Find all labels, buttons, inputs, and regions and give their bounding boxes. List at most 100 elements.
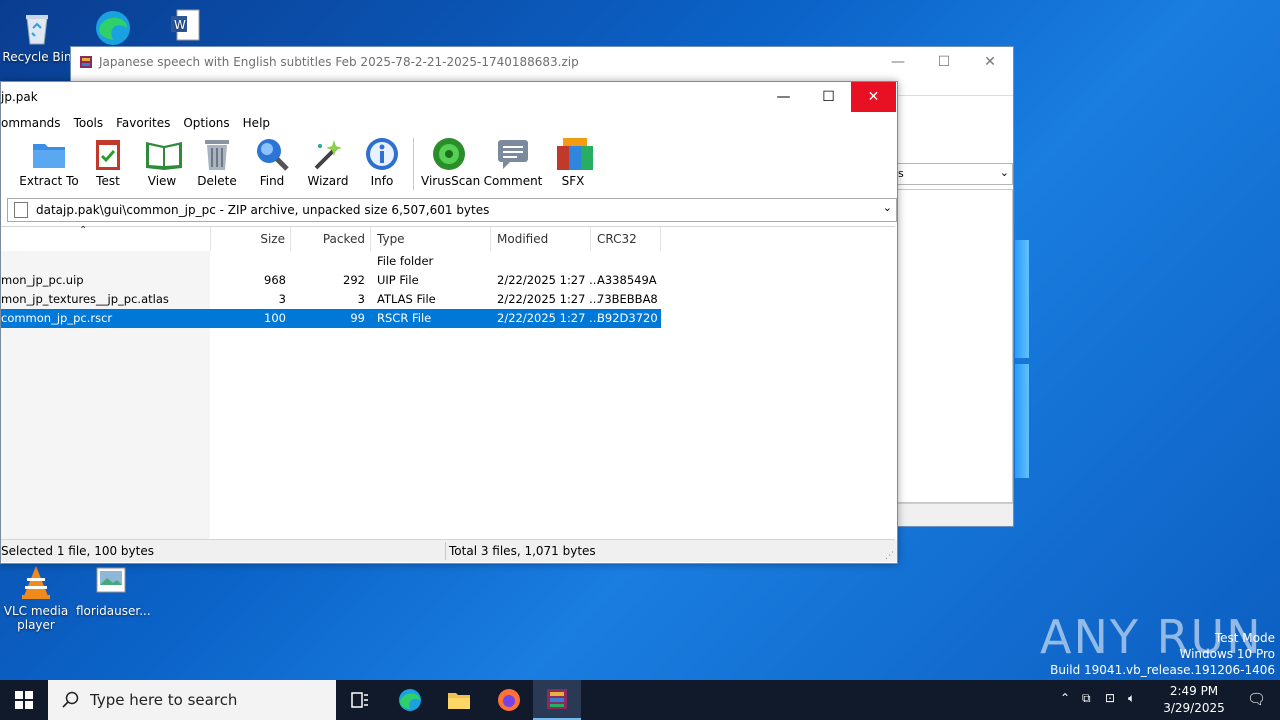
add-button[interactable]	[0, 136, 7, 174]
column-header: ⌃ Size Packed Type Modified CRC32	[1, 225, 661, 251]
cell-type: ATLAS File	[377, 292, 436, 306]
window-titlebar[interactable]: jp.pak — ☐ ✕	[1, 82, 897, 112]
address-combo[interactable]: s ⌄	[897, 163, 1013, 185]
maximize-button[interactable]: ☐	[921, 47, 967, 77]
column-packed[interactable]: Packed	[291, 227, 371, 251]
toolbar-label: Delete	[197, 174, 237, 188]
table-row[interactable]: mon_jp_pc.uip 968 292 UIP File 2/22/2025…	[1, 271, 661, 290]
back-window-title: Japanese speech with English subtitles F…	[99, 55, 579, 69]
find-button[interactable]: Find	[247, 136, 297, 188]
find-icon	[254, 136, 290, 172]
column-name[interactable]: ⌃	[1, 225, 211, 251]
cell-type: UIP File	[377, 273, 419, 287]
menu-commands[interactable]: ommands	[1, 116, 61, 130]
sfx-button[interactable]: SFX	[548, 136, 598, 188]
taskbar-firefox[interactable]	[485, 680, 533, 720]
column-label: Size	[260, 232, 285, 246]
desktop-icon-label: VLC media player	[3, 604, 69, 632]
info-icon	[364, 136, 400, 172]
winrar-window[interactable]: jp.pak — ☐ ✕ ommands Tools Favorites Opt…	[0, 81, 898, 564]
delete-icon	[199, 136, 235, 172]
toolbar-separator	[413, 138, 414, 190]
taskbar: Type here to search ⌃ ⧉ ⊡ 🔈︎ 2:49 PM 3/2…	[0, 680, 1280, 720]
taskbar-edge[interactable]	[386, 680, 434, 720]
combo-value: s	[898, 167, 904, 180]
cell-size: 3	[278, 292, 286, 306]
taskbar-winrar[interactable]	[533, 680, 581, 720]
watermark-line: Test Mode	[1214, 631, 1275, 645]
desktop-icon-vlc[interactable]: VLC media player	[1, 562, 71, 632]
cell-packed: 3	[357, 292, 365, 306]
virusscan-button[interactable]: VirusScan	[421, 136, 480, 188]
wizard-button[interactable]: Wizard	[302, 136, 354, 188]
toolbar-label: Extract To	[19, 174, 79, 188]
chevron-up-icon[interactable]: ⌃	[1060, 691, 1070, 705]
test-button[interactable]: Test	[83, 136, 133, 188]
info-button[interactable]: Info	[357, 136, 407, 188]
menu-options[interactable]: Options	[183, 116, 229, 130]
search-placeholder: Type here to search	[90, 691, 238, 709]
volume-icon[interactable]: 🔈︎	[1128, 691, 1135, 706]
desktop-icon-recycle-bin[interactable]: Recycle Bin	[2, 8, 72, 64]
chevron-down-icon[interactable]: ⌄	[883, 201, 892, 214]
maximize-button[interactable]: ☐	[806, 82, 851, 112]
taskbar-search[interactable]: Type here to search	[48, 680, 336, 720]
svg-text:W: W	[174, 18, 186, 32]
start-button[interactable]	[0, 680, 48, 720]
minimize-button[interactable]: —	[761, 82, 806, 112]
desktop-icon-floridauser[interactable]: floridauser...	[76, 562, 151, 618]
cell-modified: 2/22/2025 1:27 ...	[497, 273, 601, 287]
toolbar-label: Wizard	[307, 174, 349, 188]
desktop-icon-edge[interactable]	[78, 6, 148, 48]
recycle-bin-icon	[17, 8, 57, 48]
desktop-light-ray	[1015, 240, 1029, 358]
menu-tools[interactable]: Tools	[74, 116, 104, 130]
virusscan-icon	[431, 136, 467, 172]
desktop-icon-word[interactable]: W	[150, 6, 220, 48]
clock[interactable]: 2:49 PM 3/29/2025	[1154, 683, 1234, 717]
resize-grip-icon[interactable]: ⋰	[885, 551, 894, 561]
task-view-icon	[351, 692, 368, 708]
comment-button[interactable]: Comment	[483, 136, 543, 188]
cell-crc32: B92D3720	[597, 311, 658, 325]
column-size[interactable]: Size	[210, 227, 291, 251]
back-window-panel	[897, 189, 1013, 503]
table-row[interactable]: File folder	[1, 252, 661, 271]
cell-packed: 99	[350, 311, 365, 325]
desktop-icon-label: Recycle Bin	[2, 50, 72, 64]
column-type[interactable]: Type	[371, 227, 491, 251]
cell-size: 968	[264, 273, 286, 287]
view-icon	[144, 136, 182, 172]
view-button[interactable]: View	[137, 136, 187, 188]
column-crc32[interactable]: CRC32	[591, 227, 661, 251]
table-row[interactable]: mon_jp_textures__jp_pc.atlas 3 3 ATLAS F…	[1, 290, 661, 309]
menu-favorites[interactable]: Favorites	[116, 116, 170, 130]
table-row-selected[interactable]: common_jp_pc.rscr 100 99 RSCR File 2/22/…	[1, 309, 661, 328]
system-tray: ⌃ ⧉ ⊡ 🔈︎ 2:49 PM 3/29/2025 🗨︎	[1050, 680, 1280, 720]
delete-button[interactable]: Delete	[192, 136, 242, 188]
column-modified[interactable]: Modified	[491, 227, 591, 251]
task-view-button[interactable]	[336, 680, 384, 720]
toolbar: Extract To Test View Delete Find Wizard …	[1, 136, 897, 192]
close-button[interactable]: ✕	[851, 82, 896, 112]
cell-type: File folder	[377, 254, 434, 268]
clock-time: 2:49 PM	[1169, 684, 1219, 698]
network-device-icon[interactable]: ⧉	[1082, 691, 1091, 706]
cell-crc32: A338549A	[597, 273, 657, 287]
cell-packed: 292	[343, 273, 365, 287]
menu-help[interactable]: Help	[243, 116, 270, 130]
notification-icon[interactable]: 🗨︎	[1247, 690, 1266, 708]
close-button[interactable]: ✕	[967, 47, 1013, 77]
extract-to-button[interactable]: Extract To	[19, 136, 79, 188]
path-combo[interactable]: datajp.pak\gui\common_jp_pc - ZIP archiv…	[7, 198, 897, 222]
column-label: CRC32	[597, 232, 637, 246]
cell-modified: 2/22/2025 1:27 ...	[497, 292, 601, 306]
taskbar-file-explorer[interactable]	[435, 680, 483, 720]
windows-logo-icon	[15, 691, 33, 709]
chevron-down-icon: ⌄	[999, 166, 1009, 179]
network-icon[interactable]: ⊡	[1105, 691, 1115, 705]
watermark-line: Windows 10 Pro	[1179, 647, 1275, 661]
cell-name: mon_jp_textures__jp_pc.atlas	[1, 292, 169, 306]
minimize-button[interactable]: —	[875, 47, 921, 77]
back-window-titlebar[interactable]: Japanese speech with English subtitles F…	[71, 47, 1013, 77]
